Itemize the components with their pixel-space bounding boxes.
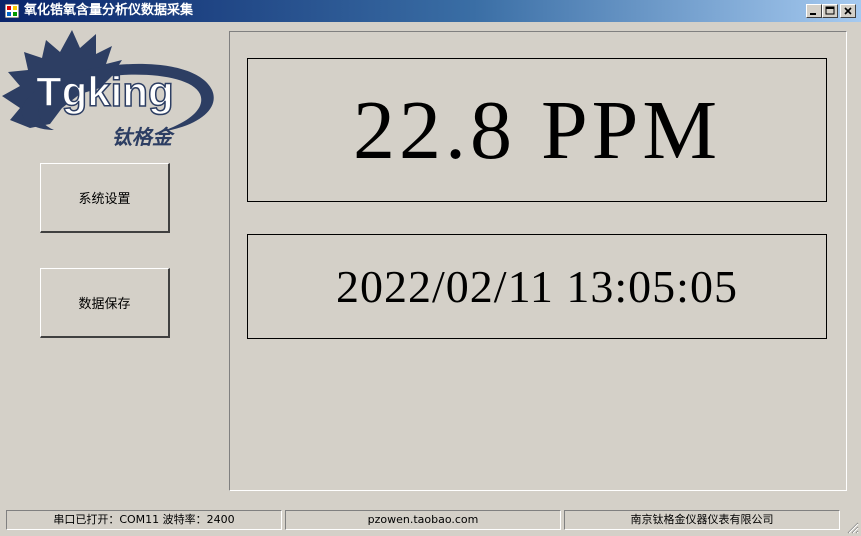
- app-icon: [5, 4, 19, 18]
- reading-display: 22.8 PPM: [247, 58, 827, 202]
- close-icon: [844, 7, 852, 15]
- logo-chinese-name: 钛格金: [112, 125, 175, 149]
- minimize-button[interactable]: [806, 4, 822, 18]
- close-button[interactable]: [840, 4, 856, 18]
- minimize-icon: [810, 13, 816, 15]
- settings-button[interactable]: 系统设置: [40, 163, 170, 233]
- tgking-logo: Tgking 钛格金: [2, 30, 214, 149]
- title-bar[interactable]: 氧化锆氧含量分析仪数据采集: [0, 0, 861, 22]
- status-bar: 串口已打开：COM11 波特率：2400 pzowen.taobao.com 南…: [0, 506, 861, 536]
- datetime-display: 2022/02/11 13:05:05: [247, 234, 827, 339]
- status-company: 南京钛格金仪器仪表有限公司: [564, 510, 840, 530]
- resize-grip-icon[interactable]: [847, 522, 859, 534]
- status-website: pzowen.taobao.com: [285, 510, 561, 530]
- maximize-icon: [825, 6, 835, 15]
- status-port: 串口已打开：COM11 波特率：2400: [6, 510, 282, 530]
- logo-wordmark: Tgking: [36, 68, 174, 115]
- window-title: 氧化锆氧含量分析仪数据采集: [24, 3, 194, 18]
- save-data-button[interactable]: 数据保存: [40, 268, 170, 338]
- maximize-button[interactable]: [822, 4, 838, 18]
